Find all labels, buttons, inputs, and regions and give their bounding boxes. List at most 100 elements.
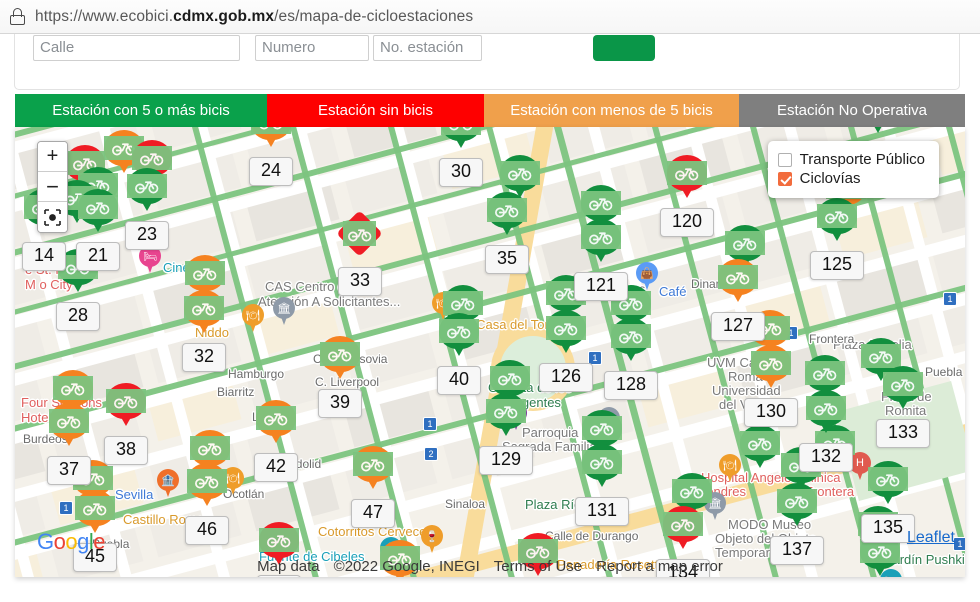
station-number-39[interactable]: 39	[317, 389, 363, 418]
station-marker-132[interactable]	[806, 390, 846, 435]
station-number-38[interactable]: 38	[103, 436, 149, 465]
bicycle-icon	[663, 512, 703, 536]
station-marker-119[interactable]	[858, 127, 898, 135]
map-canvas[interactable]: Cinépolise St. RegisM o CityCAS Centro d…	[15, 127, 965, 577]
station-number-130[interactable]: 130	[743, 398, 799, 427]
pin-tip	[593, 248, 609, 262]
station-marker-130[interactable]	[751, 345, 791, 390]
attrib-report[interactable]: Report a map error	[596, 558, 723, 575]
station-number-46[interactable]: 46	[184, 516, 230, 545]
station-number-40[interactable]: 40	[436, 366, 482, 395]
station-number-28[interactable]: 28	[55, 302, 101, 331]
station-marker-135[interactable]	[868, 461, 908, 506]
transporte-publico-checkbox[interactable]	[777, 152, 792, 167]
pin-tip	[558, 339, 574, 353]
zoom-control[interactable]: + −	[37, 141, 68, 233]
poi-marker-icon[interactable]: 🏦	[157, 469, 179, 499]
station-number-42[interactable]: 42	[253, 453, 299, 482]
search-form-box: Calle Numero No. estación	[14, 34, 960, 90]
bicycle-icon	[861, 344, 901, 368]
station-marker-32[interactable]	[184, 290, 224, 335]
station-number-33[interactable]: 33	[337, 267, 383, 296]
station-number-47[interactable]: 47	[350, 499, 396, 528]
zoom-in-button[interactable]: +	[38, 142, 67, 172]
calle-input[interactable]: Calle	[33, 35, 240, 61]
pin-tip	[196, 319, 212, 333]
station-number-129[interactable]: 129	[478, 446, 534, 475]
url-text[interactable]: https://www.ecobici.cdmx.gob.mx/es/mapa-…	[35, 8, 473, 26]
pin-tip	[332, 365, 348, 379]
legend-item-available: Estación con 5 o más bicis	[15, 94, 267, 127]
map-container[interactable]: Cinépolise St. RegisM o CityCAS Centro d…	[15, 127, 965, 577]
station-number-23[interactable]: 23	[124, 221, 170, 250]
station-number-24[interactable]: 24	[248, 157, 294, 186]
estacion-input[interactable]: No. estación	[373, 35, 482, 61]
attrib-terms[interactable]: Terms of Use	[494, 558, 582, 575]
station-marker-39[interactable]	[320, 336, 360, 381]
station-marker-129[interactable]	[486, 393, 526, 438]
station-marker-21[interactable]	[78, 189, 118, 234]
station-number-131[interactable]: 131	[574, 497, 630, 526]
station-number-132[interactable]: 132	[798, 443, 854, 472]
station-marker-134[interactable]	[663, 506, 703, 551]
station-marker-137[interactable]	[777, 483, 817, 528]
zoom-out-button[interactable]: −	[38, 172, 67, 202]
layer-row-ciclovias[interactable]: Ciclovías	[777, 170, 925, 187]
station-marker-42[interactable]	[256, 400, 296, 445]
layer-control[interactable]: Transporte Público Ciclovías	[767, 141, 939, 198]
station-marker-131[interactable]	[582, 444, 622, 489]
station-marker-37[interactable]	[49, 403, 89, 448]
station-marker-126[interactable]	[546, 310, 586, 355]
station-number-126[interactable]: 126	[538, 363, 594, 392]
numero-input[interactable]: Numero	[255, 35, 369, 61]
pin-tip	[118, 412, 134, 426]
poi-pin-glyph: 👜	[640, 267, 654, 280]
station-marker-121[interactable]	[581, 219, 621, 264]
ciclovias-checkbox[interactable]	[777, 171, 792, 186]
station-number-21[interactable]: 21	[75, 242, 121, 271]
station-marker[interactable]	[740, 425, 780, 470]
station-marker-128[interactable]	[611, 318, 651, 363]
station-marker-127[interactable]	[718, 259, 758, 304]
station-number-37[interactable]: 37	[46, 456, 92, 485]
pin-tip	[752, 454, 768, 468]
leaflet-link[interactable]: Leaflet	[907, 529, 955, 547]
station-marker-125[interactable]	[817, 198, 857, 243]
station-marker-133[interactable]	[883, 366, 923, 411]
poi-marker-icon[interactable]: 🍽	[242, 304, 264, 334]
station-marker-24[interactable]	[251, 127, 291, 149]
station-number-120[interactable]: 120	[659, 208, 715, 237]
fullscreen-icon[interactable]	[38, 202, 67, 232]
station-number-30[interactable]: 30	[438, 158, 484, 187]
search-submit-button[interactable]	[593, 35, 655, 61]
station-number-133[interactable]: 133	[875, 419, 931, 448]
station-marker-46[interactable]	[187, 463, 227, 508]
station-number-32[interactable]: 32	[181, 343, 227, 372]
station-number-128[interactable]: 128	[603, 371, 659, 400]
station-marker-47[interactable]	[353, 446, 393, 491]
station-marker-23[interactable]	[127, 168, 167, 213]
transit-badge-icon: 2	[424, 447, 438, 461]
station-number-35[interactable]: 35	[484, 245, 530, 274]
station-marker-30[interactable]	[441, 127, 481, 150]
station-number-121[interactable]: 121	[573, 272, 629, 301]
poi-marker-icon[interactable]: 🏛	[273, 297, 295, 327]
poi-marker-icon[interactable]: 🍷	[421, 525, 443, 555]
transit-badge-icon: 1	[943, 292, 957, 306]
station-marker-38[interactable]	[106, 383, 146, 428]
station-marker-35[interactable]	[487, 192, 527, 237]
station-marker-40[interactable]	[439, 313, 479, 358]
station-number-127[interactable]: 127	[710, 312, 766, 341]
poi-marker-icon[interactable]: 🍽	[719, 454, 741, 484]
layer-row-transporte[interactable]: Transporte Público	[777, 151, 925, 168]
google-logo[interactable]: Google	[37, 529, 106, 555]
bicycle-icon	[718, 265, 758, 289]
station-marker-33[interactable]	[336, 210, 383, 259]
station-number-14[interactable]: 14	[21, 242, 67, 271]
legend-item-empty: Estación sin bicis	[267, 94, 484, 127]
browser-url-bar[interactable]: https://www.ecobici.cdmx.gob.mx/es/mapa-…	[0, 0, 980, 34]
station-marker-120[interactable]	[667, 155, 707, 200]
station-number-125[interactable]: 125	[809, 251, 865, 280]
bicycle-icon	[725, 231, 765, 255]
pin-tip	[679, 184, 695, 198]
